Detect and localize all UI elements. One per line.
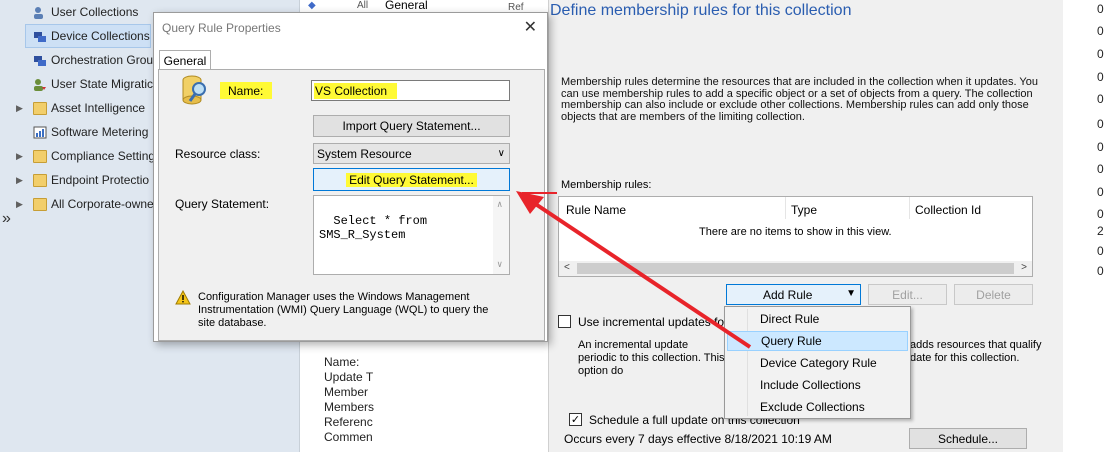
chevron-down-icon: ∨ [497,148,505,159]
query-statement-textarea[interactable]: Select * from SMS_R_System ∧ ∨ [313,195,510,275]
count-value: 0 [1097,207,1104,221]
menu-item-direct-rule[interactable]: Direct Rule [727,309,908,329]
edit-query-label: Edit Query Statement... [346,172,477,187]
collapse-pane-icon[interactable]: » [2,210,11,228]
nav-item-device-collections[interactable]: Device Collections [25,24,151,48]
count-value: 2 [1097,224,1104,238]
scroll-left-icon[interactable]: < [564,262,570,273]
membership-description: Membership rules determine the resources… [561,76,1038,123]
empty-list-message: There are no items to show in this view. [699,226,892,238]
column-divider[interactable] [909,197,910,219]
expand-arrow-icon[interactable]: ▶ [16,103,23,114]
count-value: 0 [1097,117,1104,131]
count-value: 0 [1097,70,1104,84]
schedule-button[interactable]: Schedule... [909,428,1027,449]
horizontal-scrollbar[interactable]: < > [559,261,1032,276]
behind-label: All [357,0,369,11]
name-field-value: VS Collection [314,82,398,99]
query-icon [178,74,212,108]
device-collections-icon [33,30,47,43]
delete-rule-button[interactable]: Delete [954,284,1033,305]
scroll-right-icon[interactable]: > [1021,262,1027,273]
dropdown-arrow-icon: ▼ [846,288,856,299]
menu-item-query-rule[interactable]: Query Rule [727,331,908,351]
checkmark-icon: ✓ [570,414,581,426]
menu-item-device-category-rule[interactable]: Device Category Rule [727,353,908,373]
incremental-updates-checkbox[interactable] [558,315,571,328]
user-collections-icon [33,6,47,19]
add-rule-menu: Direct Rule Query Rule Device Category R… [724,306,911,419]
expand-arrow-icon[interactable]: ▶ [16,199,23,210]
folder-icon [33,197,47,211]
name-label: Name: [220,82,272,99]
scroll-down-icon[interactable]: ∨ [497,258,502,272]
resource-class-select[interactable]: System Resource ∨ [313,143,510,164]
import-query-button[interactable]: Import Query Statement... [313,115,510,137]
folder-icon [33,173,47,187]
behind-label: General [385,0,428,12]
add-rule-label: Add Rule [763,287,813,302]
schedule-text: Occurs every 7 days effective 8/18/2021 … [564,432,832,446]
membership-rules-list[interactable]: Rule Name Type Collection Id There are n… [558,196,1033,277]
resource-class-value: System Resource [317,146,412,161]
column-divider[interactable] [785,197,786,219]
wql-warning-text: Configuration Manager uses the Windows M… [198,291,489,329]
property-label: Referenc [324,415,373,429]
tab-general[interactable]: General [159,50,211,70]
full-update-checkbox[interactable]: ✓ [569,413,582,426]
orchestration-groups-icon [33,54,47,67]
count-value: 0 [1097,2,1104,16]
add-rule-button[interactable]: Add Rule ▼ [726,284,861,305]
column-header-rule-name[interactable]: Rule Name [566,203,626,217]
name-field[interactable]: VS Collection [311,80,510,101]
membership-rules-label: Membership rules: [561,179,652,191]
property-label: Member [324,385,369,399]
count-value: 0 [1097,264,1104,278]
count-column: 0 0 0 0 0 0 0 0 0 0 2 0 0 [1062,0,1114,452]
count-value: 0 [1097,47,1104,61]
device-icon: ◆ [308,0,316,11]
property-label: Members [324,400,375,414]
folder-icon [33,101,47,115]
incremental-description-right: adds resources that qualify date for thi… [910,339,1042,364]
menu-item-include-collections[interactable]: Include Collections [727,375,908,395]
count-value: 0 [1097,244,1104,258]
column-header-collection-id[interactable]: Collection Id [915,203,981,217]
folder-icon [33,149,47,163]
vertical-scrollbar[interactable]: ∧ ∨ [493,196,509,274]
warning-icon [175,289,193,306]
menu-item-exclude-collections[interactable]: Exclude Collections [727,397,908,417]
dialog-title: Query Rule Properties [162,21,281,35]
edit-query-button[interactable]: Edit Query Statement... [313,168,510,191]
scroll-thumb[interactable] [577,263,1014,274]
count-value: 0 [1097,140,1104,154]
count-value: 0 [1097,185,1104,199]
wizard-heading: Define membership rules for this collect… [550,2,852,19]
query-text: Select * from SMS_R_System [319,214,428,242]
resource-class-label: Resource class: [175,147,261,161]
property-label: Commen [324,430,373,444]
property-label: Name: [324,355,360,369]
properties-list: Name: Update T Member Members Referenc C… [324,355,384,445]
scroll-up-icon[interactable]: ∧ [497,198,502,212]
software-metering-icon [33,126,47,139]
incremental-description: An incremental update periodic to this c… [578,339,725,377]
column-header-type[interactable]: Type [791,203,817,217]
expand-arrow-icon[interactable]: ▶ [16,175,23,186]
user-state-migration-icon [33,78,47,91]
query-statement-label: Query Statement: [175,197,270,211]
close-icon[interactable]: ✕ [524,17,537,37]
count-value: 0 [1097,92,1104,106]
count-value: 0 [1097,162,1104,176]
edit-rule-button[interactable]: Edit... [868,284,947,305]
expand-arrow-icon[interactable]: ▶ [16,151,23,162]
tab-bar: General [154,50,547,70]
property-label: Update T [324,370,374,384]
count-value: 0 [1097,24,1104,38]
